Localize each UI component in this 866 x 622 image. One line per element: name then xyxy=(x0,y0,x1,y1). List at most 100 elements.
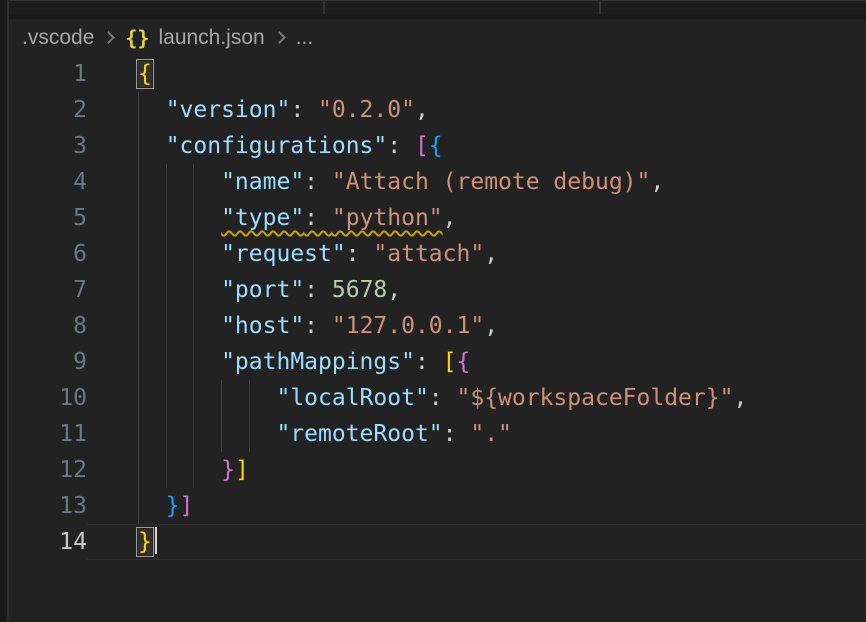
token: "configurations" xyxy=(166,133,388,159)
indent-guide xyxy=(249,380,250,416)
indent-guide xyxy=(193,416,194,452)
code-line[interactable]: } xyxy=(87,524,866,560)
line-number[interactable]: 7 xyxy=(9,272,87,308)
indent-guide xyxy=(193,344,194,380)
indent-guide xyxy=(138,92,139,128)
code-line[interactable]: { xyxy=(87,56,866,92)
indent-guide xyxy=(166,380,167,416)
line-number[interactable]: 11 xyxy=(9,416,87,452)
code-row: 12}] xyxy=(9,452,866,488)
line-number[interactable]: 6 xyxy=(9,236,87,272)
token: , xyxy=(415,97,429,123)
code-row: 14} xyxy=(9,524,866,560)
breadcrumb-file[interactable]: launch.json xyxy=(158,26,264,50)
indent-guide xyxy=(193,452,194,488)
indent-guide xyxy=(138,272,139,308)
code-line[interactable]: "request": "attach", xyxy=(87,236,866,272)
token: [ xyxy=(443,349,457,375)
indent-guide xyxy=(138,488,139,524)
indent-guide xyxy=(166,272,167,308)
line-number[interactable]: 1 xyxy=(9,56,87,92)
token: "name" xyxy=(221,169,304,195)
tab-divider xyxy=(323,1,325,15)
line-number[interactable]: 12 xyxy=(9,452,87,488)
text-cursor xyxy=(155,527,158,554)
code-line[interactable]: "remoteRoot": "." xyxy=(87,416,866,452)
code-line[interactable]: }] xyxy=(87,452,866,488)
indent-guide xyxy=(193,272,194,308)
code-line[interactable]: }] xyxy=(87,488,866,524)
line-text: "pathMappings": [{ xyxy=(87,344,470,380)
indent-guide xyxy=(138,308,139,344)
line-number[interactable]: 14 xyxy=(9,524,87,560)
token: , xyxy=(650,169,664,195)
token: : xyxy=(443,421,471,447)
token: : xyxy=(304,169,332,195)
line-number[interactable]: 10 xyxy=(9,380,87,416)
code-line[interactable]: "version": "0.2.0", xyxy=(87,92,866,128)
token: { xyxy=(429,133,443,159)
indent-guide xyxy=(249,416,250,452)
code-row: 10"localRoot": "${workspaceFolder}", xyxy=(9,380,866,416)
token: : xyxy=(304,277,332,303)
token: "${workspaceFolder}" xyxy=(457,385,734,411)
token: , xyxy=(484,241,498,267)
indent-guide xyxy=(221,380,222,416)
indent-guide xyxy=(138,380,139,416)
line-text: "port": 5678, xyxy=(87,272,401,308)
line-number[interactable]: 13 xyxy=(9,488,87,524)
code-row: 11"remoteRoot": "." xyxy=(9,416,866,452)
indent-guide xyxy=(138,164,139,200)
line-number[interactable]: 5 xyxy=(9,200,87,236)
code-line[interactable]: "pathMappings": [{ xyxy=(87,344,866,380)
line-text: "type": "python", xyxy=(87,200,457,236)
bracket-match: { xyxy=(138,61,152,87)
code-line[interactable]: "type": "python", xyxy=(87,200,866,236)
indent-guide xyxy=(138,452,139,488)
line-text: "host": "127.0.0.1", xyxy=(87,308,498,344)
code-row: 9"pathMappings": [{ xyxy=(9,344,866,380)
token: , xyxy=(443,205,457,231)
tab-bar xyxy=(9,0,866,14)
line-text: "request": "attach", xyxy=(87,236,498,272)
line-number[interactable]: 9 xyxy=(9,344,87,380)
token: "version" xyxy=(166,97,291,123)
indent-guide xyxy=(166,236,167,272)
line-number[interactable]: 2 xyxy=(9,92,87,128)
indent-guide xyxy=(193,164,194,200)
code-editor[interactable]: 1{2"version": "0.2.0",3"configurations":… xyxy=(9,56,866,560)
token: ] xyxy=(235,457,249,483)
token: "request" xyxy=(221,241,346,267)
indent-guide xyxy=(193,380,194,416)
line-text: "remoteRoot": "." xyxy=(87,416,512,452)
indent-guide xyxy=(138,236,139,272)
json-file-icon: {} xyxy=(125,26,149,50)
window-left-rail xyxy=(0,0,7,622)
indent-guide xyxy=(138,344,139,380)
token: "pathMappings" xyxy=(221,349,415,375)
indent-guide xyxy=(166,452,167,488)
breadcrumb-symbol[interactable]: ... xyxy=(296,26,314,50)
line-number[interactable]: 3 xyxy=(9,128,87,164)
code-row: 8"host": "127.0.0.1", xyxy=(9,308,866,344)
bracket-match: } xyxy=(138,529,152,555)
token: , xyxy=(484,313,498,339)
code-row: 5"type": "python", xyxy=(9,200,866,236)
code-line[interactable]: "port": 5678, xyxy=(87,272,866,308)
line-number[interactable]: 8 xyxy=(9,308,87,344)
breadcrumb-folder[interactable]: .vscode xyxy=(22,26,94,50)
token: [ xyxy=(415,133,429,159)
code-line[interactable]: "host": "127.0.0.1", xyxy=(87,308,866,344)
token: : xyxy=(304,313,332,339)
code-line[interactable]: "name": "Attach (remote debug)", xyxy=(87,164,866,200)
code-row: 7"port": 5678, xyxy=(9,272,866,308)
token: : xyxy=(346,241,374,267)
token: : xyxy=(304,205,332,231)
code-line[interactable]: "localRoot": "${workspaceFolder}", xyxy=(87,380,866,416)
code-row: 6"request": "attach", xyxy=(9,236,866,272)
code-line[interactable]: "configurations": [{ xyxy=(87,128,866,164)
line-number[interactable]: 4 xyxy=(9,164,87,200)
indent-guide xyxy=(193,308,194,344)
line-text: }] xyxy=(87,452,249,488)
code-row: 4"name": "Attach (remote debug)", xyxy=(9,164,866,200)
